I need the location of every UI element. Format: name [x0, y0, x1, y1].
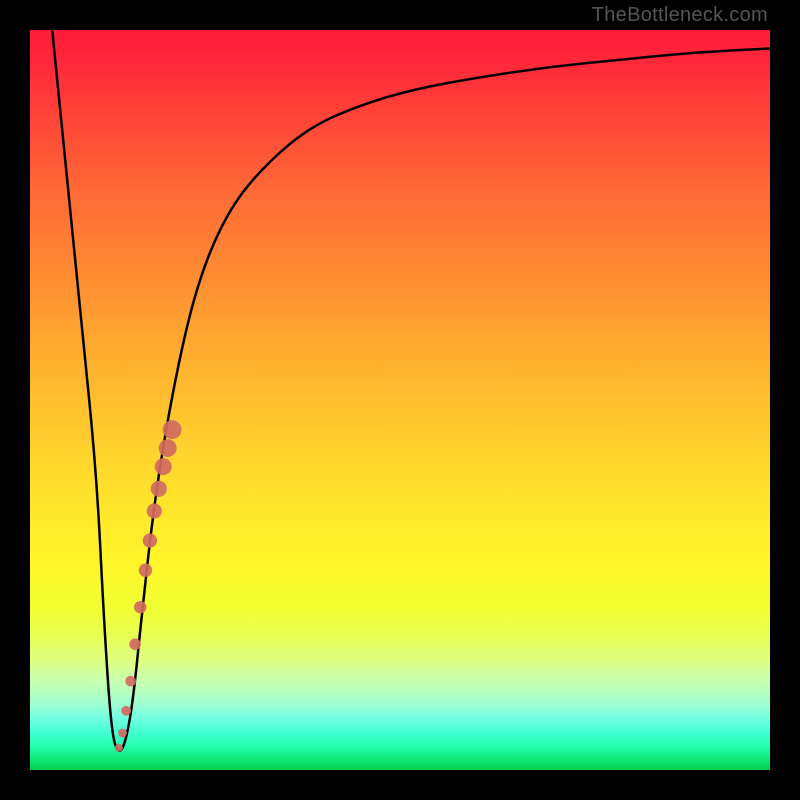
dot-segment: [115, 420, 182, 752]
plot-area: [30, 30, 770, 770]
watermark-text: TheBottleneck.com: [592, 4, 768, 27]
bottleneck-curve: [52, 30, 770, 751]
chart-frame: TheBottleneck.com: [0, 0, 800, 800]
curve-layer: [30, 30, 770, 770]
